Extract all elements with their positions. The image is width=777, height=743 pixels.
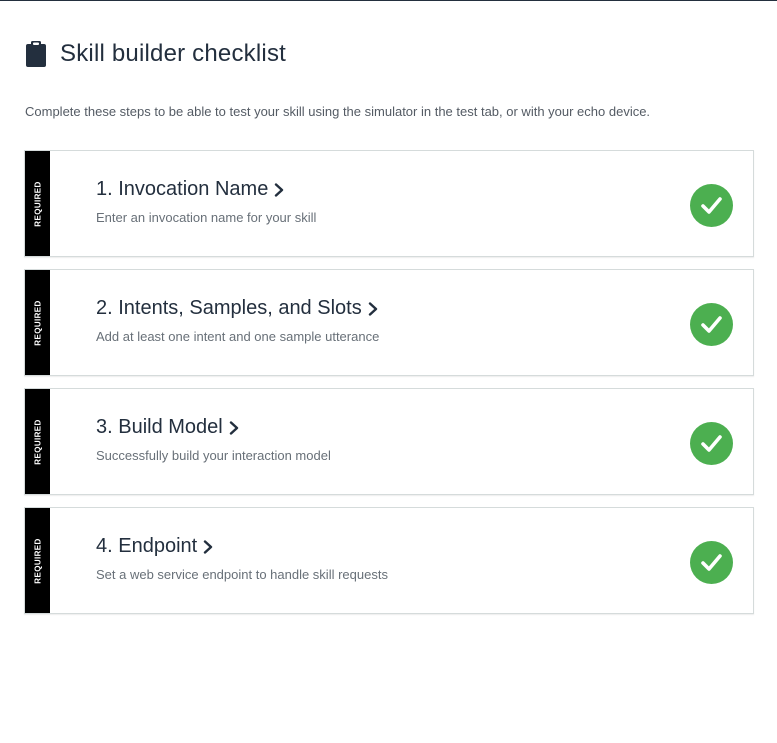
step-subtitle: Set a web service endpoint to handle ski…	[96, 567, 388, 582]
checklist-step-invocation-name[interactable]: REQUIRED 1. Invocation Name Enter an inv…	[24, 150, 754, 257]
step-subtitle: Add at least one intent and one sample u…	[96, 329, 380, 344]
check-circle-icon	[690, 422, 733, 465]
check-circle-icon	[690, 303, 733, 346]
step-subtitle: Successfully build your interaction mode…	[96, 448, 331, 463]
step-subtitle: Enter an invocation name for your skill	[96, 210, 317, 225]
step-body: 1. Invocation Name Enter an invocation n…	[50, 151, 753, 256]
clipboard-icon	[25, 40, 47, 68]
step-body: 4. Endpoint Set a web service endpoint t…	[50, 508, 753, 613]
step-title[interactable]: 2. Intents, Samples, and Slots	[96, 297, 362, 320]
required-label: REQUIRED	[33, 299, 42, 346]
check-circle-icon	[690, 541, 733, 584]
page-title: Skill builder checklist	[60, 40, 287, 67]
step-title-row: 2. Intents, Samples, and Slots	[96, 297, 753, 320]
step-body: 3. Build Model Successfully build your i…	[50, 389, 753, 494]
step-title[interactable]: 4. Endpoint	[96, 535, 197, 558]
step-title-row: 4. Endpoint	[96, 535, 753, 558]
required-label: REQUIRED	[33, 418, 42, 465]
checklist: REQUIRED 1. Invocation Name Enter an inv…	[24, 150, 754, 626]
checklist-step-intents-samples-slots[interactable]: REQUIRED 2. Intents, Samples, and Slots …	[24, 269, 754, 376]
step-title-row: 1. Invocation Name	[96, 178, 753, 201]
required-tab: REQUIRED	[25, 389, 50, 494]
step-body: 2. Intents, Samples, and Slots Add at le…	[50, 270, 753, 375]
check-circle-icon	[690, 184, 733, 227]
page-header: Skill builder checklist	[25, 40, 286, 68]
chevron-right-icon[interactable]	[229, 420, 239, 435]
page-description: Complete these steps to be able to test …	[25, 104, 651, 119]
required-tab: REQUIRED	[25, 151, 50, 256]
required-tab: REQUIRED	[25, 270, 50, 375]
step-title[interactable]: 3. Build Model	[96, 416, 223, 439]
required-label: REQUIRED	[33, 180, 42, 227]
required-tab: REQUIRED	[25, 508, 50, 613]
chevron-right-icon[interactable]	[274, 182, 284, 197]
checklist-step-build-model[interactable]: REQUIRED 3. Build Model Successfully bui…	[24, 388, 754, 495]
step-title[interactable]: 1. Invocation Name	[96, 178, 268, 201]
required-label: REQUIRED	[33, 537, 42, 584]
chevron-right-icon[interactable]	[203, 539, 213, 554]
top-divider	[0, 0, 777, 1]
chevron-right-icon[interactable]	[368, 301, 378, 316]
step-title-row: 3. Build Model	[96, 416, 753, 439]
checklist-step-endpoint[interactable]: REQUIRED 4. Endpoint Set a web service e…	[24, 507, 754, 614]
